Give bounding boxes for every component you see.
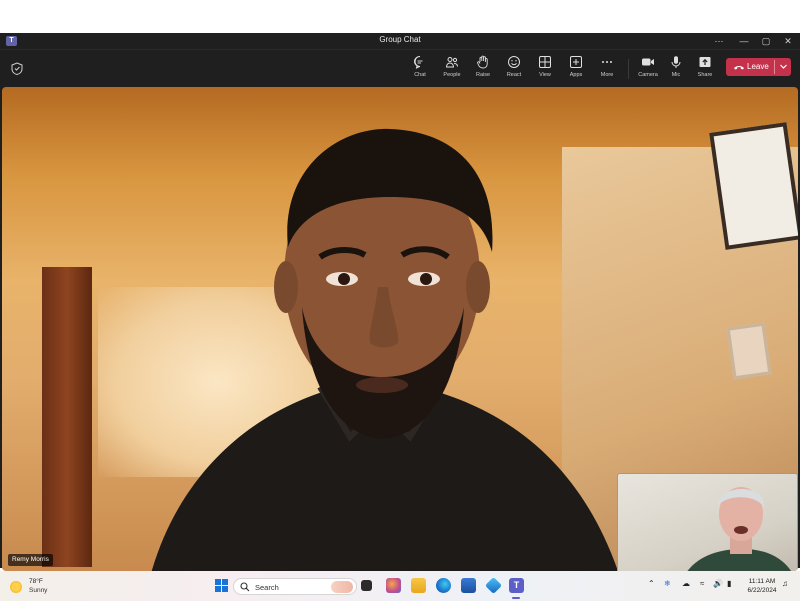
people-label: People (443, 72, 461, 78)
close-button[interactable]: ✕ (777, 33, 799, 49)
sun-icon (10, 581, 22, 593)
search-icon (240, 582, 250, 592)
leave-button[interactable]: Leave (726, 58, 791, 76)
microsoft-store-icon[interactable] (461, 578, 476, 593)
shield-icon[interactable] (11, 62, 23, 75)
meeting-toolbar: Chat People Raise React View Apps More C… (0, 49, 800, 87)
more-icon (602, 61, 612, 63)
participant-name-tag: Remy Morris (8, 554, 53, 566)
clock-time: 11:11 AM (748, 578, 776, 585)
share-label: Share (697, 72, 713, 78)
participant-video-person (151, 128, 618, 571)
react-icon (508, 56, 520, 68)
search-highlight-icon (331, 581, 353, 593)
camera-button[interactable]: Camera (633, 54, 663, 84)
raise-label: Raise (475, 72, 491, 78)
mic-icon (671, 56, 681, 68)
teams-taskbar-icon[interactable]: T (509, 578, 524, 593)
chat-icon (414, 56, 423, 69)
active-app-indicator (512, 597, 520, 599)
share-icon (699, 57, 711, 67)
more-label: More (600, 72, 614, 78)
search-placeholder: Search (255, 582, 279, 592)
phone-hangup-icon (734, 66, 744, 70)
mic-label: Mic (671, 72, 681, 78)
app-diamond-icon[interactable] (485, 577, 502, 594)
self-view-video[interactable]: ◫ ⋯ (617, 473, 798, 571)
chat-button[interactable]: Chat (405, 54, 435, 84)
cloud-icon[interactable]: ☁ (682, 579, 690, 588)
share-button[interactable]: Share (690, 54, 720, 84)
window-title: Group Chat (379, 35, 421, 44)
background-curtain (42, 267, 92, 567)
chevron-up-icon[interactable]: ⌃ (648, 579, 655, 588)
system-clock[interactable]: 11:11 AM 6/22/2024 (744, 577, 780, 595)
react-button[interactable]: React (499, 54, 529, 84)
copilot-icon[interactable] (386, 578, 401, 593)
edge-browser-icon[interactable] (436, 578, 451, 593)
apps-button[interactable]: Apps (561, 54, 591, 84)
leave-label: Leave (747, 62, 769, 71)
task-view-icon[interactable] (361, 580, 372, 591)
maximize-button[interactable]: ▢ (755, 33, 777, 49)
people-button[interactable]: People (437, 54, 467, 84)
mic-button[interactable]: Mic (661, 54, 691, 84)
chat-label: Chat (414, 72, 426, 78)
weather-widget[interactable]: 78°F Sunny (10, 577, 80, 597)
people-icon (445, 57, 458, 68)
view-icon (539, 56, 551, 68)
tray-app-icon[interactable]: ❄ (664, 579, 671, 588)
apps-icon (570, 56, 582, 68)
taskbar-search[interactable]: Search (233, 578, 357, 595)
teams-window: T Group Chat ⋯ — ▢ ✕ Chat People Raise R… (0, 33, 800, 601)
leave-divider (774, 60, 775, 74)
self-view-person (687, 487, 791, 571)
window-more-button[interactable]: ⋯ (708, 33, 730, 49)
file-explorer-icon[interactable] (411, 578, 426, 593)
view-label: View (539, 72, 551, 78)
camera-icon (642, 58, 654, 66)
title-bar: T Group Chat ⋯ — ▢ ✕ (0, 33, 800, 49)
windows-taskbar: 78°F Sunny Search T ⌃ ❄ ☁ ≈ 🔊 ▮ 11:11 AM… (0, 571, 800, 601)
chevron-down-icon[interactable] (778, 61, 789, 72)
raise-hand-button[interactable]: Raise (468, 54, 498, 84)
wall-small-frame (726, 322, 772, 380)
toolbar-divider (628, 59, 629, 79)
clock-date: 6/22/2024 (747, 587, 777, 594)
notification-bell-icon[interactable]: ♫ (782, 579, 788, 588)
camera-label: Camera (638, 72, 658, 78)
battery-icon[interactable]: ▮ (727, 579, 731, 588)
volume-icon[interactable]: 🔊 (713, 579, 723, 588)
weather-condition: Sunny (29, 587, 48, 594)
weather-temp: 78°F (29, 578, 43, 585)
apps-label: Apps (569, 72, 583, 78)
more-button[interactable]: More (592, 54, 622, 84)
minimize-button[interactable]: — (733, 33, 755, 49)
view-button[interactable]: View (530, 54, 560, 84)
main-video-feed: Remy Morris ◫ ⋯ (2, 87, 798, 571)
wifi-icon[interactable]: ≈ (700, 579, 704, 588)
react-label: React (506, 72, 522, 78)
wall-picture-frame (709, 122, 798, 250)
windows-start-icon[interactable] (214, 578, 229, 593)
raise-hand-icon (477, 55, 488, 69)
